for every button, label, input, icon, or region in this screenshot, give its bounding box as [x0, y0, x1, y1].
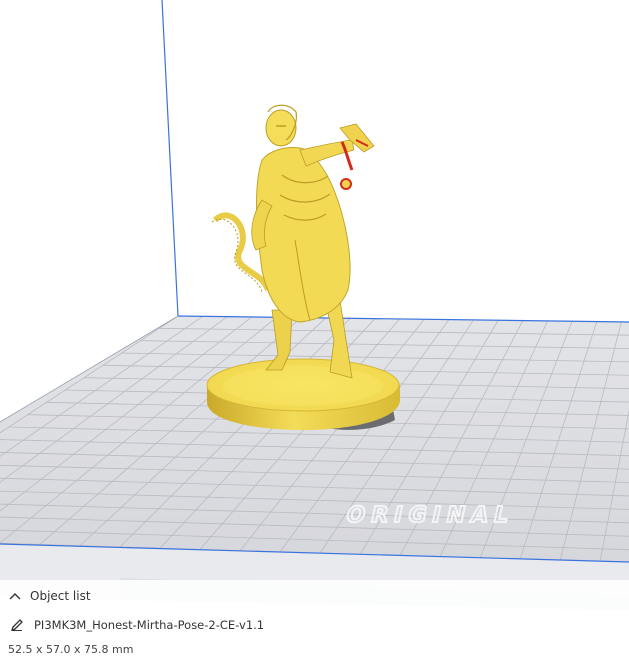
- object-list-item[interactable]: PI3MK3M_Honest-Mirtha-Pose-2-CE-v1.1: [0, 613, 264, 637]
- pencil-icon[interactable]: [0, 613, 34, 637]
- object-list-title: Object list: [30, 589, 91, 603]
- object-list-header[interactable]: Object list: [0, 584, 91, 608]
- plate-watermark: ORIGINAL: [344, 502, 517, 528]
- chevron-up-icon[interactable]: [0, 584, 30, 608]
- object-name: PI3MK3M_Honest-Mirtha-Pose-2-CE-v1.1: [34, 618, 265, 632]
- object-dimensions: 52.5 x 57.0 x 75.8 mm: [8, 643, 134, 656]
- 3d-viewport[interactable]: ORIGINAL: [0, 0, 629, 666]
